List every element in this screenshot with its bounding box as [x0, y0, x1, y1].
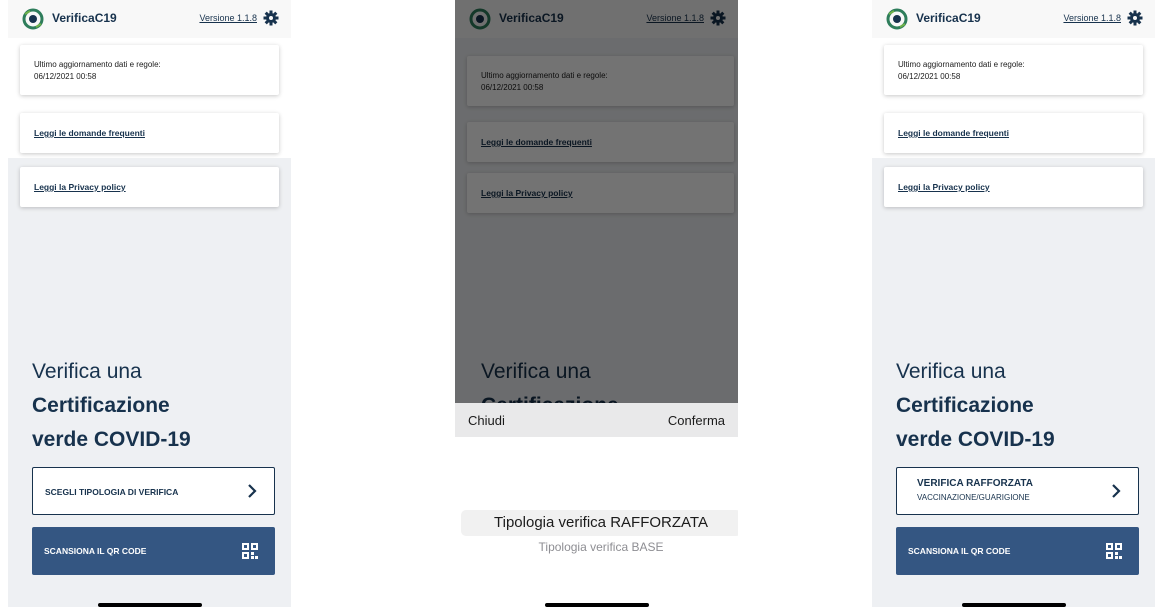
home-indicator [97, 603, 202, 607]
picker-confirm-button[interactable]: Conferma [668, 413, 725, 428]
privacy-card[interactable]: Leggi la Privacy policy [884, 167, 1143, 207]
qr-code-icon [242, 543, 258, 559]
choose-verification-type-button[interactable]: SCEGLI TIPOLOGIA DI VERIFICA [32, 467, 275, 515]
top-bar: VerificaC19 Versione 1.1.8 [8, 0, 291, 38]
app-title: VerificaC19 [52, 11, 117, 25]
verify-heading: Verifica una Certificazione verde COVID-… [32, 355, 282, 457]
modal-overlay[interactable] [455, 0, 738, 403]
update-card: Ultimo aggiornamento dati e regole: 06/1… [884, 45, 1143, 95]
gear-icon[interactable] [1127, 10, 1143, 26]
background-screen: VerificaC19 Versione 1.1.8 Ultimo aggior… [455, 0, 738, 403]
update-card: Ultimo aggiornamento dati e regole: 06/1… [20, 45, 279, 95]
verification-type-button[interactable]: VERIFICA RAFFORZATA VACCINAZIONE/GUARIGI… [896, 467, 1139, 515]
verification-type-title: VERIFICA RAFFORZATA [917, 478, 1033, 489]
scan-qr-button[interactable]: SCANSIONA IL QR CODE [32, 527, 275, 575]
picker-selection-highlight: Tipologia verifica RAFFORZATA [461, 510, 738, 536]
verify-heading: Verifica una Certificazione verde COVID-… [896, 355, 1146, 457]
update-date: 06/12/2021 00:58 [34, 72, 97, 81]
heading-line-3: verde COVID-19 [896, 428, 1055, 451]
faq-link[interactable]: Leggi le domande frequenti [34, 128, 145, 138]
screen-selected: VerificaC19 Versione 1.1.8 Ultimo aggior… [872, 0, 1155, 607]
screen-main: VerificaC19 Versione 1.1.8 Ultimo aggior… [8, 0, 291, 607]
privacy-link[interactable]: Leggi la Privacy policy [34, 182, 126, 192]
app-logo-icon [886, 8, 908, 30]
heading-line-1: Verifica una [896, 360, 1006, 383]
scan-button-label: SCANSIONA IL QR CODE [908, 546, 1011, 556]
screen-picker: VerificaC19 Versione 1.1.8 Ultimo aggior… [455, 0, 738, 607]
picker-option-rafforzata[interactable]: Tipologia verifica RAFFORZATA [461, 514, 738, 531]
top-bar: VerificaC19 Versione 1.1.8 [872, 0, 1155, 38]
qr-code-icon [1106, 543, 1122, 559]
picker-close-button[interactable]: Chiudi [468, 413, 505, 428]
verification-type-subtitle: VACCINAZIONE/GUARIGIONE [917, 493, 1030, 502]
chevron-right-icon [1112, 484, 1121, 498]
app-logo-icon [22, 8, 44, 30]
app-title: VerificaC19 [916, 11, 981, 25]
choose-button-label: SCEGLI TIPOLOGIA DI VERIFICA [45, 487, 179, 497]
heading-line-1: Verifica una [32, 360, 142, 383]
scan-qr-button[interactable]: SCANSIONA IL QR CODE [896, 527, 1139, 575]
version-link[interactable]: Versione 1.1.8 [1063, 13, 1121, 23]
update-label: Ultimo aggiornamento dati e regole: [898, 60, 1025, 69]
update-label: Ultimo aggiornamento dati e regole: [34, 60, 161, 69]
chevron-right-icon [248, 484, 257, 498]
privacy-card[interactable]: Leggi la Privacy policy [20, 167, 279, 207]
home-indicator [961, 603, 1066, 607]
heading-line-2: Certificazione [32, 394, 170, 417]
update-date: 06/12/2021 00:58 [898, 72, 961, 81]
privacy-link[interactable]: Leggi la Privacy policy [898, 182, 990, 192]
faq-card[interactable]: Leggi le domande frequenti [884, 113, 1143, 153]
home-indicator [544, 603, 649, 607]
picker-toolbar: Chiudi Conferma [455, 403, 738, 437]
faq-card[interactable]: Leggi le domande frequenti [20, 113, 279, 153]
heading-line-2: Certificazione [896, 394, 1034, 417]
faq-link[interactable]: Leggi le domande frequenti [898, 128, 1009, 138]
heading-line-3: verde COVID-19 [32, 428, 191, 451]
scan-button-label: SCANSIONA IL QR CODE [44, 546, 147, 556]
gear-icon[interactable] [263, 10, 279, 26]
picker-option-base[interactable]: Tipologia verifica BASE [461, 540, 738, 554]
version-link[interactable]: Versione 1.1.8 [199, 13, 257, 23]
